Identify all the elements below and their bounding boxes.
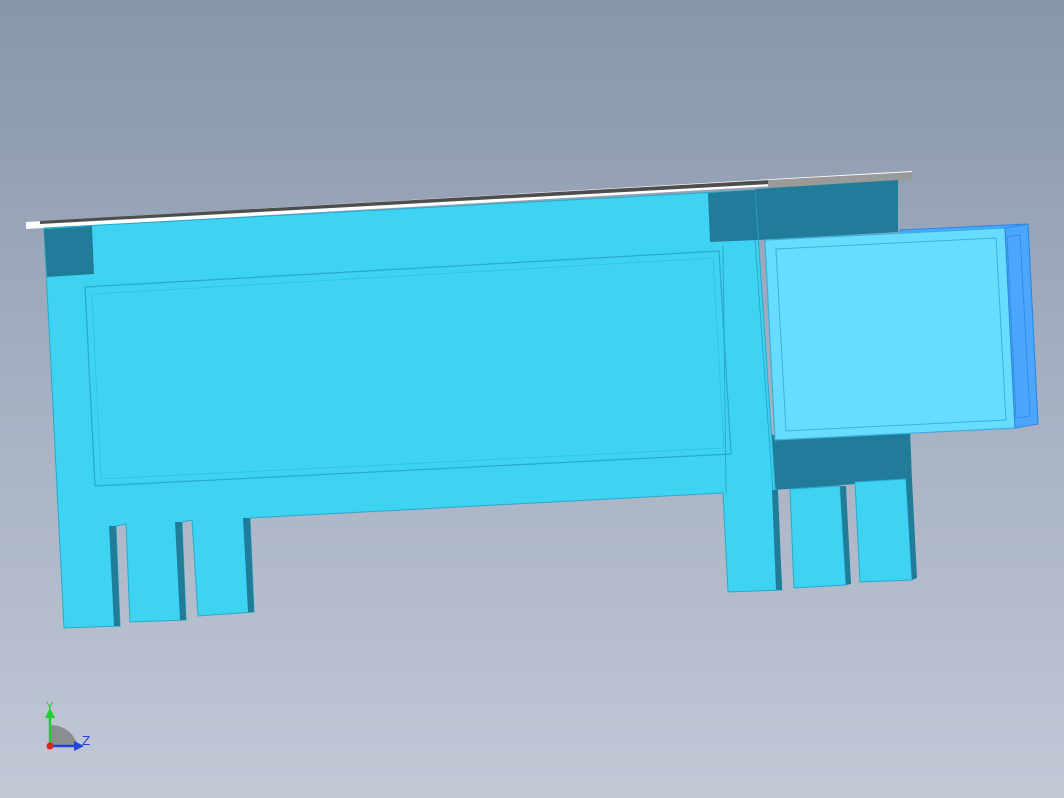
rear-block[interactable]: [755, 180, 898, 240]
right-legs[interactable]: [772, 478, 917, 590]
corner-block-left: [44, 226, 94, 277]
main-body[interactable]: [43, 189, 783, 629]
right-leg-1: [789, 485, 847, 589]
triad-arc: [50, 724, 78, 746]
corner-block-right: [708, 190, 758, 242]
side-panel-front: [764, 227, 1016, 441]
axis-triad[interactable]: Y Z: [45, 700, 90, 751]
z-axis-label: Z: [82, 734, 90, 748]
y-axis-label: Y: [45, 700, 54, 714]
right-leg-2: [854, 478, 913, 583]
origin-dot: [46, 742, 54, 750]
cad-viewport[interactable]: Y Z: [0, 0, 1064, 798]
side-panel[interactable]: [764, 223, 1039, 441]
main-body-face: [43, 189, 783, 629]
